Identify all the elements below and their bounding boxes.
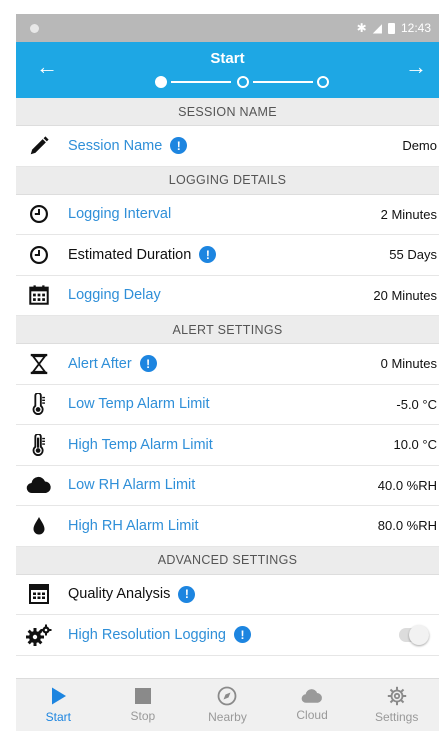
info-icon[interactable]: ! [199,246,217,264]
page-title: Start [210,50,245,67]
gears-icon [24,624,54,646]
section-header: LOGGING DETAILS [16,166,439,195]
step-indicator [141,75,329,89]
row-label: Alert After [68,355,132,372]
row-label: Quality Analysis [68,586,171,603]
row-high-rh-alarm[interactable]: High RH Alarm Limit 80.0 %RH [16,506,439,547]
row-value: 20 Minutes [373,287,437,303]
thermometer-icon [24,433,54,456]
info-icon[interactable]: ! [170,137,188,155]
signal-icon: ◢ [372,21,382,35]
calendar-icon [24,284,54,306]
step-2-node [237,76,249,88]
row-low-rh-alarm[interactable]: Low RH Alarm Limit 40.0 %RH [16,466,439,506]
row-value: Demo [402,138,437,154]
status-bar: ✱ ◢ 12:43 [16,14,439,42]
step-connector [171,81,231,83]
section-header: SESSION NAME [16,98,439,126]
row-label: Low RH Alarm Limit [68,477,196,494]
row-label: Logging Delay [68,287,161,304]
tab-start[interactable]: Start [16,679,101,731]
row-value: -5.0 °C [396,396,437,412]
status-icons: ✱ ◢ 12:43 [357,21,431,35]
tab-label: Nearby [208,710,247,724]
cloud-icon [24,474,54,496]
row-value: 80.0 %RH [377,518,437,534]
row-estimated-duration[interactable]: Estimated Duration ! 55 Days [16,235,439,276]
row-label: High Temp Alarm Limit [68,436,213,453]
section-header: ADVANCED SETTINGS [16,546,439,575]
row-value: 2 Minutes [380,206,437,222]
bluetooth-icon: ✱ [356,21,367,35]
thermometer-icon [24,393,54,416]
play-icon [52,687,67,705]
row-logging-interval[interactable]: Logging Interval 2 Minutes [16,195,439,235]
step-1-node [155,76,167,88]
tab-nearby[interactable]: Nearby [185,679,270,731]
row-label: Session Name [68,137,163,154]
tab-label: Stop [130,709,156,723]
tab-label: Start [45,710,71,724]
row-value: 0 Minutes [380,356,437,372]
settings-list: SESSION NAME Session Name ! Demo LOGGING… [16,98,439,656]
step-3-node [317,76,329,88]
stop-icon [134,688,151,704]
hourglass-icon [24,353,54,375]
row-label: High Resolution Logging [68,626,226,643]
battery-icon [387,22,395,34]
row-label: Logging Interval [68,206,172,223]
row-high-temp-alarm[interactable]: High Temp Alarm Limit 10.0 °C [16,425,439,466]
info-icon[interactable]: ! [178,585,196,603]
droplet-icon [24,515,54,537]
row-value: 55 Days [389,247,437,263]
row-label: Low Temp Alarm Limit [68,396,210,413]
arrow-right-icon[interactable]: → [405,56,427,78]
compass-icon [218,686,237,706]
app-bar: ← Start → [16,42,439,98]
row-high-resolution-logging[interactable]: High Resolution Logging ! [16,615,439,656]
row-label: High RH Alarm Limit [68,517,199,534]
clock-icon [24,203,54,225]
row-label: Estimated Duration [68,246,192,263]
row-session-name[interactable]: Session Name ! Demo [16,126,439,167]
high-resolution-toggle[interactable] [399,624,429,645]
toggle-knob[interactable] [409,624,429,645]
gear-icon [387,686,406,706]
clock-icon [24,244,54,266]
row-alert-after[interactable]: Alert After ! 0 Minutes [16,344,439,385]
row-value: 10.0 °C [393,437,437,453]
section-header: ALERT SETTINGS [16,316,439,344]
tab-stop[interactable]: Stop [101,679,186,731]
row-quality-analysis[interactable]: Quality Analysis ! [16,575,439,615]
info-icon[interactable]: ! [139,355,157,373]
notification-dot-icon [30,23,39,33]
calculator-icon [24,583,54,605]
row-value: 40.0 %RH [377,477,437,493]
tab-settings[interactable]: Settings [354,679,439,731]
status-time: 12:43 [400,21,431,35]
row-low-temp-alarm[interactable]: Low Temp Alarm Limit -5.0 °C [16,385,439,425]
info-icon[interactable]: ! [234,626,251,644]
tab-label: Cloud [296,708,328,722]
row-logging-delay[interactable]: Logging Delay 20 Minutes [16,276,439,316]
tab-label: Settings [374,710,419,724]
tab-cloud[interactable]: Cloud [270,679,355,731]
bottom-tab-bar: Start Stop Nearby Cloud Settings [16,678,439,731]
step-connector [253,81,313,83]
pencil-icon [24,135,54,157]
cloud-icon [301,689,323,703]
